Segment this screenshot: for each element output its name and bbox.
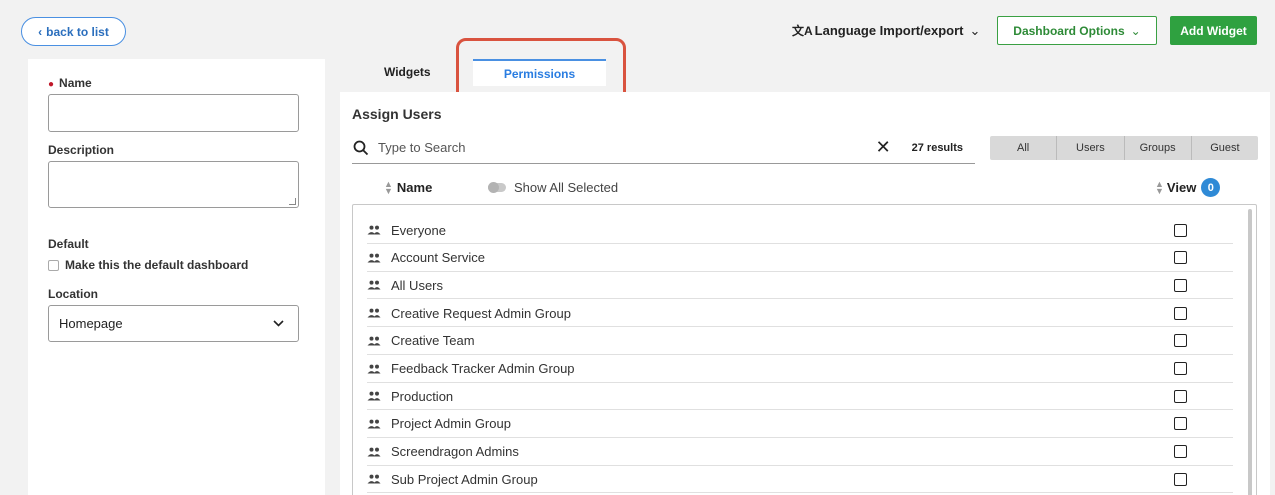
default-label: Default xyxy=(48,237,89,251)
group-name: Project Admin Group xyxy=(391,416,511,432)
view-checkbox[interactable] xyxy=(1174,389,1187,403)
view-checkbox[interactable] xyxy=(1174,417,1187,431)
add-widget-button[interactable]: Add Widget xyxy=(1170,16,1257,45)
group-name: Creative Team xyxy=(391,333,475,349)
group-name: Creative Request Admin Group xyxy=(391,305,571,321)
chevron-left-icon: ‹ xyxy=(38,24,43,39)
group-name: Production xyxy=(391,388,454,404)
location-value: Homepage xyxy=(59,316,123,331)
tab-widgets[interactable]: Widgets xyxy=(384,65,431,79)
name-column-label: Name xyxy=(396,180,433,195)
chevron-down-icon: ⌄ xyxy=(969,22,981,38)
filter-guest[interactable]: Guest xyxy=(1190,136,1258,160)
name-input[interactable] xyxy=(48,94,299,132)
toggle-switch[interactable] xyxy=(488,182,506,193)
permissions-panel: Assign Users ✕ 27 results All Users Grou… xyxy=(340,92,1270,495)
description-label: Description xyxy=(48,143,115,157)
name-label: ● Name xyxy=(48,76,92,90)
name-label-text: Name xyxy=(59,76,92,90)
filter-groups[interactable]: Groups xyxy=(1123,136,1191,160)
resize-handle-icon[interactable] xyxy=(289,198,296,205)
list-item: Creative Team xyxy=(367,328,1233,355)
list-item: Feedback Tracker Admin Group xyxy=(367,356,1233,383)
group-icon xyxy=(367,308,381,318)
back-to-list-button[interactable]: ‹ back to list xyxy=(21,17,126,46)
search-icon xyxy=(353,140,369,155)
view-checkbox[interactable] xyxy=(1174,472,1187,486)
list-item: Sub Project Admin Group xyxy=(367,466,1233,494)
group-name: Screendragon Admins xyxy=(391,444,519,460)
list-item: Account Service xyxy=(367,245,1233,272)
group-icon xyxy=(367,474,381,484)
view-column-header[interactable]: ▲ ▼ View 0 xyxy=(1155,178,1221,197)
tab-permissions[interactable]: Permissions xyxy=(473,59,606,86)
language-label: Language Import/export xyxy=(814,23,964,38)
user-type-filter: All Users Groups Guest xyxy=(990,136,1258,160)
clear-search-icon[interactable]: ✕ xyxy=(876,137,891,158)
view-checkbox[interactable] xyxy=(1174,223,1187,237)
group-name: Feedback Tracker Admin Group xyxy=(391,361,575,376)
default-dashboard-label: Make this the default dashboard xyxy=(65,258,249,272)
show-all-selected-label: Show All Selected xyxy=(514,180,619,195)
list-scrollbar[interactable] xyxy=(1248,209,1252,495)
search-input[interactable] xyxy=(378,140,876,155)
filter-all[interactable]: All xyxy=(990,136,1056,160)
group-name: Everyone xyxy=(391,222,446,238)
location-select[interactable]: Homepage xyxy=(48,305,299,342)
group-icon xyxy=(367,364,381,373)
list-item: Production xyxy=(367,383,1233,411)
location-label: Location xyxy=(48,287,98,301)
group-name: Sub Project Admin Group xyxy=(391,471,538,487)
name-column-header[interactable]: ▲ ▼ Name xyxy=(384,178,433,196)
group-icon xyxy=(367,280,381,290)
view-checkbox[interactable] xyxy=(1174,251,1187,265)
group-icon xyxy=(367,391,381,401)
language-import-export-menu[interactable]: 文A Language Import/export ⌄ xyxy=(792,22,980,39)
dashboard-settings-panel: ● Name Description Default Make this the … xyxy=(28,59,325,495)
view-checkbox[interactable] xyxy=(1174,362,1187,375)
group-icon xyxy=(367,253,381,263)
default-dashboard-option[interactable]: Make this the default dashboard xyxy=(48,258,248,272)
group-name: Account Service xyxy=(391,250,485,266)
sort-icon: ▲ ▼ xyxy=(1155,178,1164,196)
view-count-badge: 0 xyxy=(1201,178,1221,197)
view-checkbox[interactable] xyxy=(1174,278,1187,292)
list-item: Project Admin Group xyxy=(367,411,1233,438)
search-bar: ✕ 27 results xyxy=(352,132,975,164)
chevron-down-icon xyxy=(273,320,284,327)
group-icon xyxy=(367,447,381,457)
group-icon xyxy=(367,419,381,429)
filter-users[interactable]: Users xyxy=(1056,136,1123,160)
list-item: All Users xyxy=(367,272,1233,300)
group-name: All Users xyxy=(391,277,444,293)
sort-icon: ▲ ▼ xyxy=(384,178,393,196)
results-count: 27 results xyxy=(911,141,963,154)
chevron-down-icon: ⌄ xyxy=(1130,23,1141,38)
required-dot-icon: ● xyxy=(48,79,55,90)
dashboard-options-label: Dashboard Options xyxy=(1013,23,1125,38)
default-dashboard-checkbox[interactable] xyxy=(48,259,59,271)
show-all-selected-toggle[interactable]: Show All Selected xyxy=(488,180,618,195)
view-checkbox[interactable] xyxy=(1174,445,1187,459)
view-checkbox[interactable] xyxy=(1174,306,1187,320)
list-item: Creative Request Admin Group xyxy=(367,300,1233,328)
description-textarea[interactable] xyxy=(48,161,299,208)
assign-users-title: Assign Users xyxy=(352,106,442,122)
group-list: Everyone Account Service All Users Creative… xyxy=(352,204,1257,495)
back-to-list-label: back to list xyxy=(46,24,109,39)
translate-icon: 文A xyxy=(792,24,813,38)
view-checkbox[interactable] xyxy=(1174,334,1187,348)
view-column-label: View xyxy=(1166,180,1197,195)
group-icon xyxy=(367,336,381,346)
dashboard-options-button[interactable]: Dashboard Options ⌄ xyxy=(997,16,1157,45)
group-icon xyxy=(367,225,381,235)
list-item: Screendragon Admins xyxy=(367,439,1233,466)
list-item: Everyone xyxy=(367,217,1233,244)
